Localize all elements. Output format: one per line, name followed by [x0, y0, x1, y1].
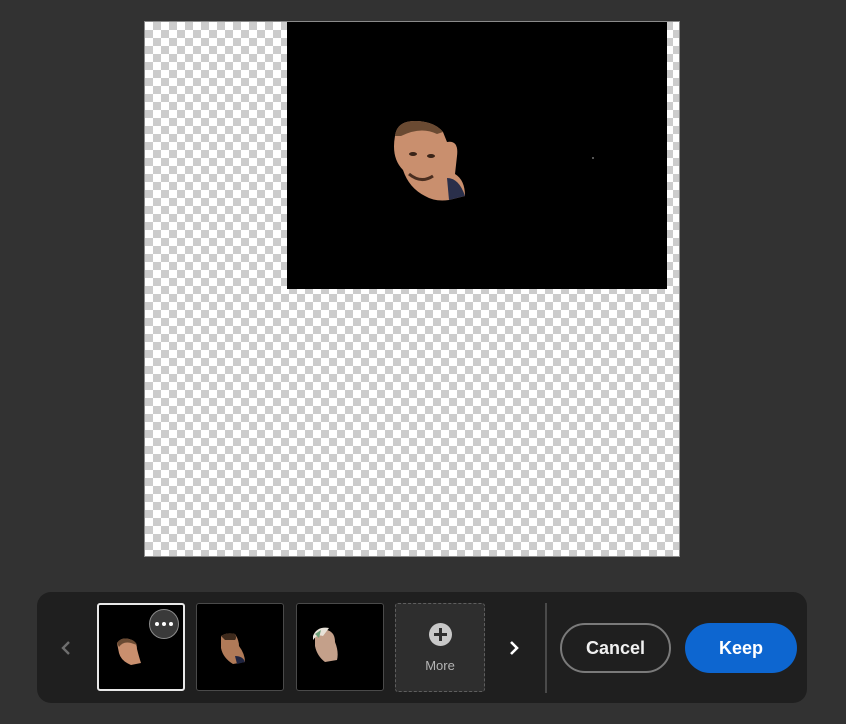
keep-button[interactable]: Keep	[685, 623, 797, 673]
variation-thumbnail-2[interactable]	[196, 603, 284, 691]
variation-thumbnail-3[interactable]	[296, 603, 384, 691]
portrait-thumbnail	[221, 633, 245, 664]
portrait-image	[394, 120, 465, 201]
portrait-thumbnail	[117, 638, 141, 665]
variations-toolbar: More Cancel Keep	[37, 592, 807, 703]
canvas-preview	[144, 21, 680, 557]
more-variations-button[interactable]: More	[395, 603, 485, 692]
divider	[545, 603, 547, 693]
chevron-left-icon[interactable]	[53, 632, 79, 664]
chevron-right-icon[interactable]	[501, 632, 527, 664]
variation-thumbnail-1[interactable]	[97, 603, 185, 691]
portrait-thumbnail	[313, 627, 338, 662]
more-label: More	[425, 658, 455, 673]
cancel-button[interactable]: Cancel	[560, 623, 671, 673]
generated-layer	[287, 22, 667, 289]
speck	[592, 157, 594, 159]
plus-icon	[429, 623, 452, 646]
more-options-icon[interactable]	[149, 609, 179, 639]
